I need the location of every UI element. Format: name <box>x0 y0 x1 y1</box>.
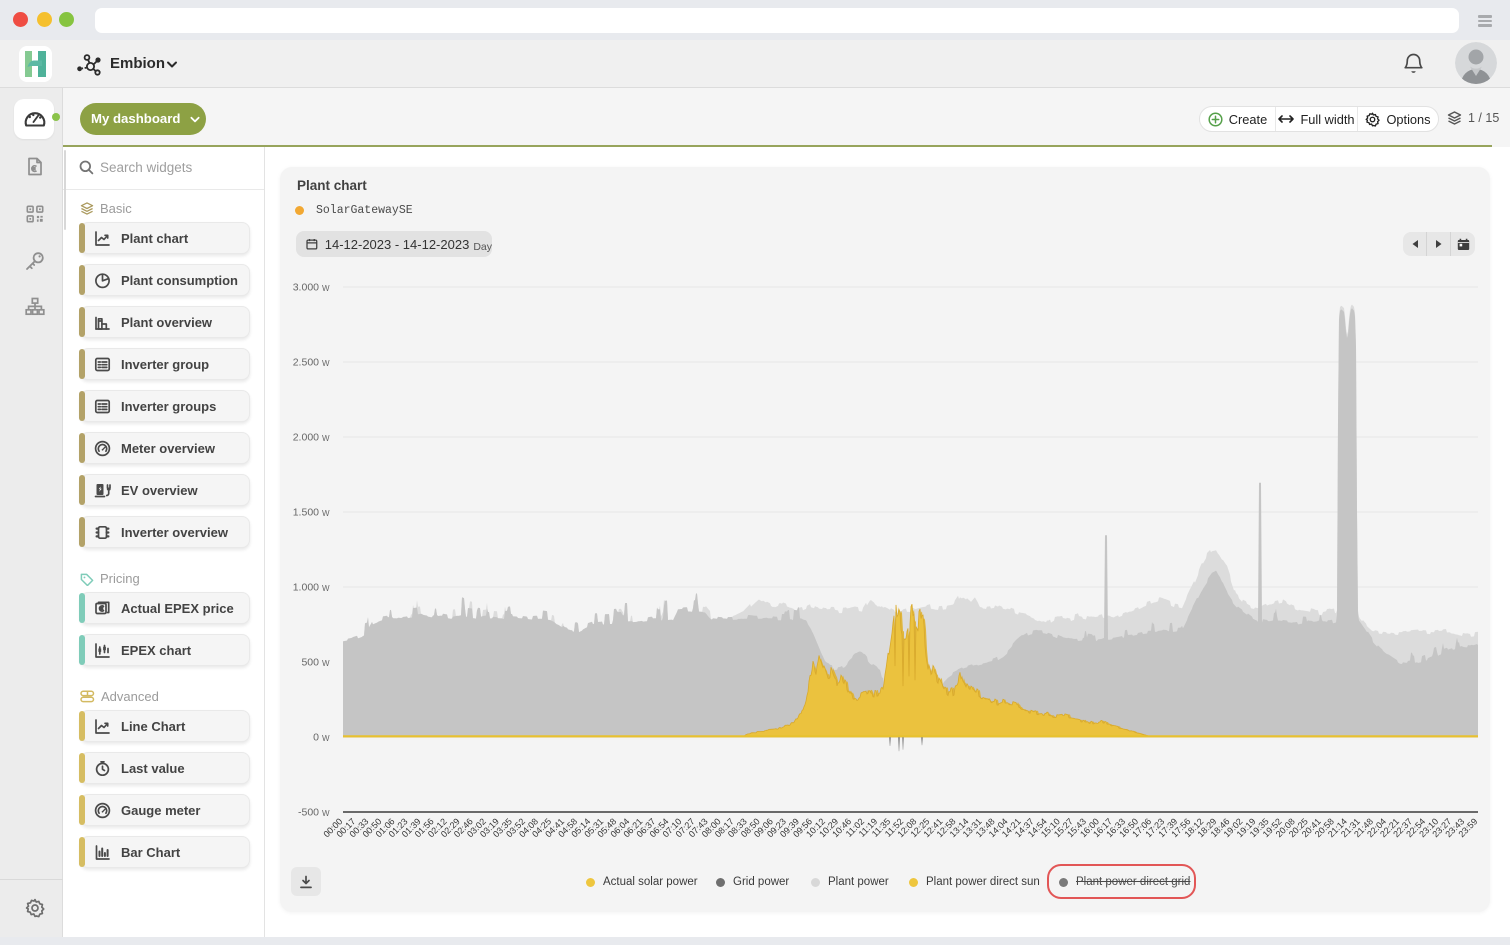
svg-text:W: W <box>322 659 330 668</box>
svg-text:1.000: 1.000 <box>293 582 319 594</box>
svg-text:-500: -500 <box>298 807 319 819</box>
svg-text:W: W <box>322 434 330 443</box>
svg-text:3.000: 3.000 <box>293 282 319 294</box>
svg-text:W: W <box>322 809 330 818</box>
svg-text:2.500: 2.500 <box>293 357 319 369</box>
svg-text:1.500: 1.500 <box>293 507 319 519</box>
svg-text:W: W <box>322 584 330 593</box>
svg-text:500: 500 <box>301 657 319 669</box>
svg-text:W: W <box>322 284 330 293</box>
svg-text:W: W <box>322 509 330 518</box>
svg-text:0: 0 <box>313 732 319 744</box>
svg-text:W: W <box>322 359 330 368</box>
svg-text:2.000: 2.000 <box>293 432 319 444</box>
svg-text:W: W <box>322 734 330 743</box>
